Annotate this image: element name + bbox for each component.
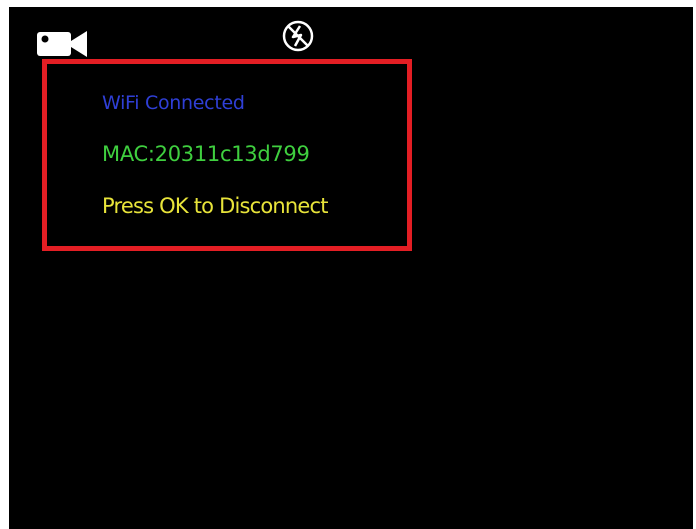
wifi-status-text: WiFi Connected <box>102 92 245 114</box>
disconnect-instruction-text: Press OK to Disconnect <box>102 194 329 218</box>
video-camera-icon <box>37 31 87 57</box>
mac-address-text: MAC:20311c13d799 <box>102 142 310 166</box>
flash-off-icon <box>282 20 314 52</box>
wifi-info-highlight: WiFi Connected MAC:20311c13d799 Press OK… <box>42 59 412 251</box>
camera-screen: WiFi Connected MAC:20311c13d799 Press OK… <box>9 7 693 529</box>
